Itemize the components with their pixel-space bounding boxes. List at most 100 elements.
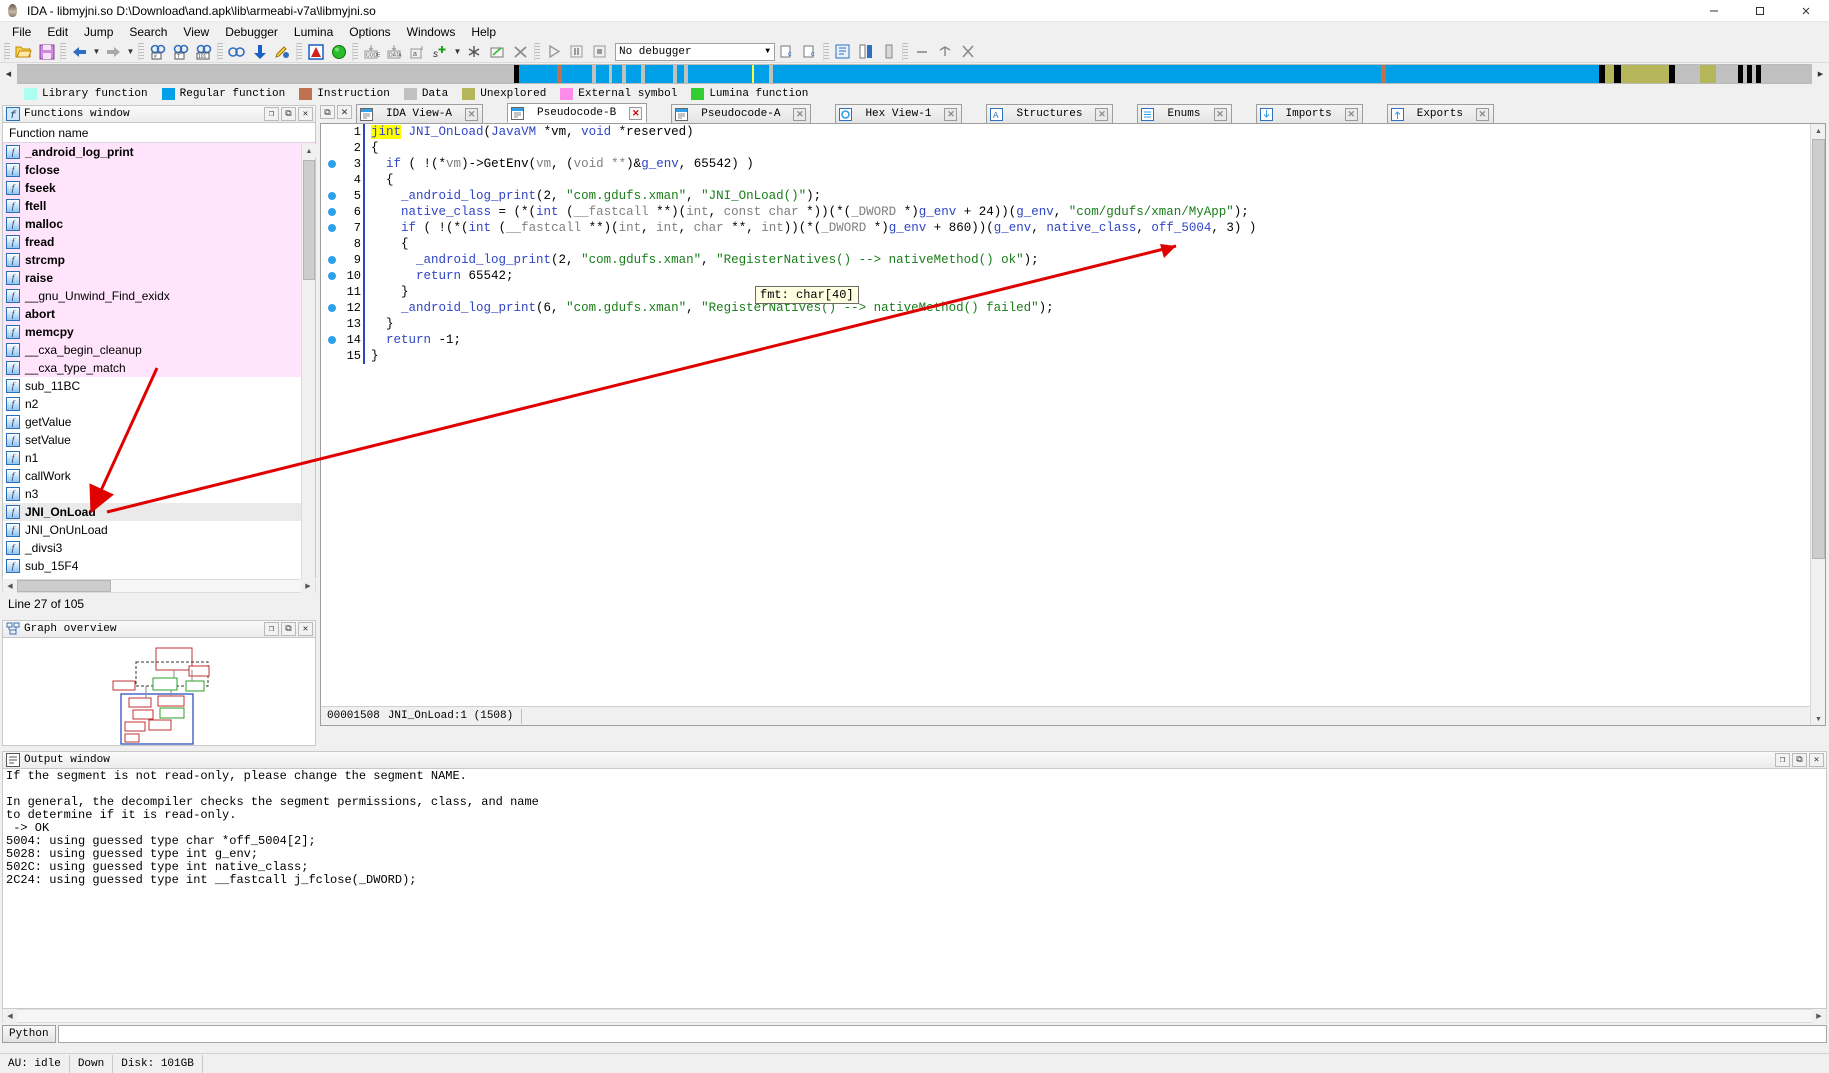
breakpoint-gutter[interactable] xyxy=(321,192,343,200)
names-window-icon[interactable] xyxy=(855,42,876,62)
back-dropdown-icon[interactable]: ▼ xyxy=(91,47,102,56)
forward-arrow-icon[interactable] xyxy=(103,42,124,62)
tab-close-icon[interactable]: ✕ xyxy=(1344,107,1358,121)
code-line[interactable]: 2{ xyxy=(321,140,1809,156)
breakpoint-dot-icon[interactable] xyxy=(328,272,336,280)
toolbar-grip-2[interactable] xyxy=(60,42,66,61)
function-list-item[interactable]: f sub_15F4 xyxy=(3,557,315,575)
function-list-item[interactable]: f getValue xyxy=(3,413,315,431)
menu-file[interactable]: File xyxy=(4,23,39,41)
breakpoint-gutter[interactable] xyxy=(321,256,343,264)
functions-maximize-button[interactable]: ❐ xyxy=(264,107,279,121)
functions-column-header[interactable]: Function name xyxy=(2,123,316,143)
save-icon[interactable] xyxy=(36,42,57,62)
function-list-item[interactable]: f strcmp xyxy=(3,251,315,269)
search-text-icon[interactable]: T xyxy=(170,42,191,62)
code-line[interactable]: 12 _android_log_print(6, "com.gdufs.xman… xyxy=(321,300,1809,316)
code-line[interactable]: 5 _android_log_print(2, "com.gdufs.xman"… xyxy=(321,188,1809,204)
tab-ida-view-a[interactable]: IDA View-A ✕ xyxy=(356,104,484,123)
functions-scroll-thumb[interactable] xyxy=(303,160,315,280)
toolbar-grip-6[interactable] xyxy=(352,42,358,61)
toolbar-grip-9[interactable] xyxy=(902,42,908,61)
python-mode-button[interactable]: Python xyxy=(2,1025,56,1043)
graph-float-button[interactable]: ⧉ xyxy=(281,622,296,636)
code-line[interactable]: 10 return 65542; xyxy=(321,268,1809,284)
open-subviews-icon[interactable] xyxy=(832,42,853,62)
tab-close-icon[interactable]: ✕ xyxy=(1475,107,1489,121)
maximize-button[interactable] xyxy=(1737,0,1783,22)
segments-icon[interactable] xyxy=(878,42,899,62)
search-binary-icon[interactable]: 101 xyxy=(193,42,214,62)
code-line[interactable]: 4 { xyxy=(321,172,1809,188)
code-line[interactable]: 14 return -1; xyxy=(321,332,1809,348)
function-list-item[interactable]: f callWork xyxy=(3,467,315,485)
make-code-icon[interactable]: CODE xyxy=(361,42,382,62)
debug-stop-icon[interactable] xyxy=(589,42,610,62)
code-line[interactable]: 9 _android_log_print(2, "com.gdufs.xman"… xyxy=(321,252,1809,268)
graph-maximize-button[interactable]: ❐ xyxy=(264,622,279,636)
function-list-item[interactable]: f abort xyxy=(3,305,315,323)
tab-exports[interactable]: Exports ✕ xyxy=(1386,104,1494,123)
function-list-item[interactable]: f __cxa_begin_cleanup xyxy=(3,341,315,359)
menu-lumina[interactable]: Lumina xyxy=(286,23,341,41)
output-scroll-right-arrow-icon[interactable]: ▶ xyxy=(1812,1009,1826,1023)
breakpoint-dot-icon[interactable] xyxy=(328,160,336,168)
function-list-item[interactable]: f sub_11BC xyxy=(3,377,315,395)
tab-pseudocode-a[interactable]: Pseudocode-A ✕ xyxy=(671,104,812,123)
editor-float-button[interactable]: ⧉ xyxy=(320,105,335,119)
function-list-item[interactable]: f malloc xyxy=(3,215,315,233)
function-list-item[interactable]: f n3 xyxy=(3,485,315,503)
toolbar-grip-7[interactable] xyxy=(534,42,540,61)
code-line[interactable]: 7 if ( !(*(int (__fastcall **)(int, int,… xyxy=(321,220,1809,236)
function-list-item[interactable]: f ftell xyxy=(3,197,315,215)
breakpoint-gutter[interactable] xyxy=(321,160,343,168)
functions-horizontal-scrollbar[interactable]: ◀ ▶ xyxy=(2,579,316,593)
search-hex-icon[interactable]: # xyxy=(147,42,168,62)
pseudocode-view[interactable]: 1 jint JNI_OnLoad(JavaVM *vm, void *reser… xyxy=(320,124,1826,726)
tab-imports[interactable]: Imports ✕ xyxy=(1255,104,1363,123)
function-list-item[interactable]: f fread xyxy=(3,233,315,251)
toolbar-grip-3[interactable] xyxy=(138,42,144,61)
debugger-select[interactable]: No debugger ▼ xyxy=(615,42,775,61)
graph-overview-canvas[interactable] xyxy=(2,638,316,746)
functions-float-button[interactable]: ⧉ xyxy=(281,107,296,121)
breakpoint-gutter[interactable] xyxy=(321,304,343,312)
tab-close-icon[interactable]: ✕ xyxy=(793,107,807,121)
function-list-item[interactable]: f _android_log_print xyxy=(3,143,315,161)
function-list-item[interactable]: f fclose xyxy=(3,161,315,179)
tab-close-icon[interactable]: ✕ xyxy=(944,107,958,121)
function-list-item[interactable]: f fseek xyxy=(3,179,315,197)
tab-pseudocode-b[interactable]: Pseudocode-B ✕ xyxy=(507,103,648,123)
toolbar-grip-8[interactable] xyxy=(823,42,829,61)
code-line[interactable]: 8 { xyxy=(321,236,1809,252)
editor-close-button[interactable]: ✕ xyxy=(337,105,352,119)
output-close-button[interactable]: ✕ xyxy=(1809,753,1824,767)
make-data-icon[interactable]: DATA xyxy=(384,42,405,62)
function-list-item[interactable]: f n1 xyxy=(3,449,315,467)
toolbar-grip-5[interactable] xyxy=(296,42,302,61)
functions-hscroll-thumb[interactable] xyxy=(17,580,111,592)
function-list-item[interactable]: f raise xyxy=(3,269,315,287)
breakpoint-dot-icon[interactable] xyxy=(328,256,336,264)
undefine-icon[interactable] xyxy=(464,42,485,62)
function-list-item[interactable]: f memcpy xyxy=(3,323,315,341)
jump-down-icon[interactable] xyxy=(249,42,270,62)
forward-dropdown-icon[interactable]: ▼ xyxy=(125,47,136,56)
function-list-item[interactable]: f _divsi3 xyxy=(3,539,315,557)
breakpoint-dot-icon[interactable] xyxy=(328,304,336,312)
output-log[interactable]: If the segment is not read-only, please … xyxy=(2,769,1827,1009)
toolbar-grip-4[interactable] xyxy=(217,42,223,61)
tab-structures[interactable]: A Structures ✕ xyxy=(986,104,1114,123)
code-line[interactable]: 3 if ( !(*vm)->GetEnv(vm, (void **)&g_en… xyxy=(321,156,1809,172)
toolbar-grip[interactable] xyxy=(4,42,10,61)
menu-jump[interactable]: Jump xyxy=(76,23,121,41)
function-list-item[interactable]: f setValue xyxy=(3,431,315,449)
tab-close-icon[interactable]: ✕ xyxy=(1095,107,1109,121)
code-line[interactable]: 13 } xyxy=(321,316,1809,332)
scroll-up-arrow-icon[interactable]: ▲ xyxy=(302,144,316,158)
tab-enums[interactable]: Enums ✕ xyxy=(1137,104,1232,123)
breakpoint-dot-icon[interactable] xyxy=(328,192,336,200)
menu-windows[interactable]: Windows xyxy=(399,23,464,41)
tab-close-icon[interactable]: ✕ xyxy=(629,106,643,120)
close-button[interactable] xyxy=(1783,0,1829,22)
